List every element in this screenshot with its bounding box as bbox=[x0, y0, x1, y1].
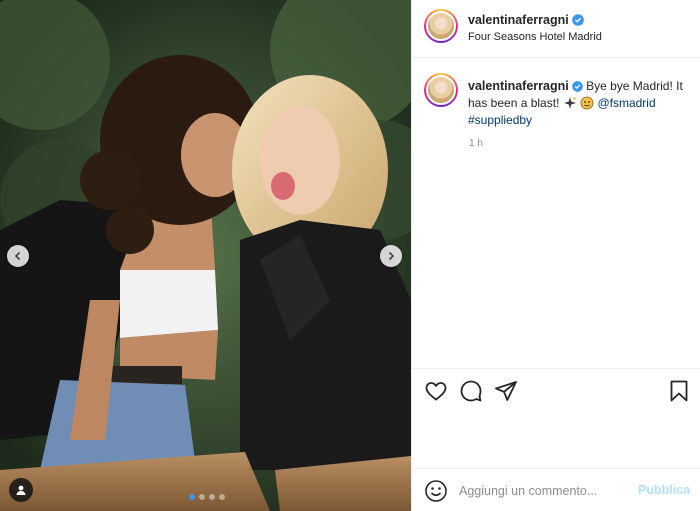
comment-icon[interactable] bbox=[459, 379, 483, 403]
comment-input[interactable] bbox=[459, 480, 629, 502]
carousel-dot bbox=[189, 494, 195, 500]
previous-slide-button[interactable] bbox=[7, 245, 29, 267]
user-tag-icon bbox=[16, 485, 26, 495]
location-link[interactable]: Four Seasons Hotel Madrid bbox=[468, 31, 602, 43]
next-slide-button[interactable] bbox=[380, 245, 402, 267]
caption-username[interactable]: valentinaferragni bbox=[468, 79, 569, 93]
caption-text: valentinaferragni Bye bye Madrid! It has… bbox=[468, 73, 692, 129]
post-media[interactable] bbox=[0, 0, 411, 511]
header-username[interactable]: valentinaferragni bbox=[468, 13, 584, 27]
avatar[interactable] bbox=[424, 73, 458, 107]
sparkle-party-icon bbox=[563, 97, 576, 109]
post-photo bbox=[0, 0, 411, 511]
tagged-users-button[interactable] bbox=[9, 478, 33, 502]
post-sidebar: valentinaferragni Four Seasons Hotel Mad… bbox=[411, 0, 700, 511]
carousel-dot bbox=[199, 494, 205, 500]
verified-badge-icon bbox=[571, 81, 583, 92]
mention-link[interactable]: @fsmadrid bbox=[597, 96, 655, 110]
publish-button[interactable]: Pubblica bbox=[638, 483, 690, 497]
share-icon[interactable] bbox=[494, 379, 518, 403]
username-label[interactable]: valentinaferragni bbox=[468, 13, 569, 27]
bookmark-icon[interactable] bbox=[667, 379, 691, 403]
action-bar bbox=[412, 368, 700, 412]
smile-emoji-icon bbox=[580, 96, 594, 110]
verified-badge-icon bbox=[571, 14, 584, 26]
post-timestamp[interactable]: 1 h bbox=[469, 138, 483, 149]
post-caption: valentinaferragni Bye bye Madrid! It has… bbox=[424, 73, 692, 129]
carousel-dot bbox=[219, 494, 225, 500]
chevron-left-icon bbox=[14, 251, 21, 261]
carousel-dot bbox=[209, 494, 215, 500]
emoji-picker-icon[interactable] bbox=[424, 479, 448, 503]
heart-icon[interactable] bbox=[424, 379, 448, 403]
carousel-indicator bbox=[189, 494, 225, 500]
chevron-right-icon bbox=[388, 251, 395, 261]
post-header: valentinaferragni Four Seasons Hotel Mad… bbox=[412, 0, 700, 58]
hashtag-link[interactable]: #suppliedby bbox=[468, 113, 532, 127]
comment-bar: Pubblica bbox=[412, 468, 700, 511]
avatar[interactable] bbox=[424, 9, 458, 43]
